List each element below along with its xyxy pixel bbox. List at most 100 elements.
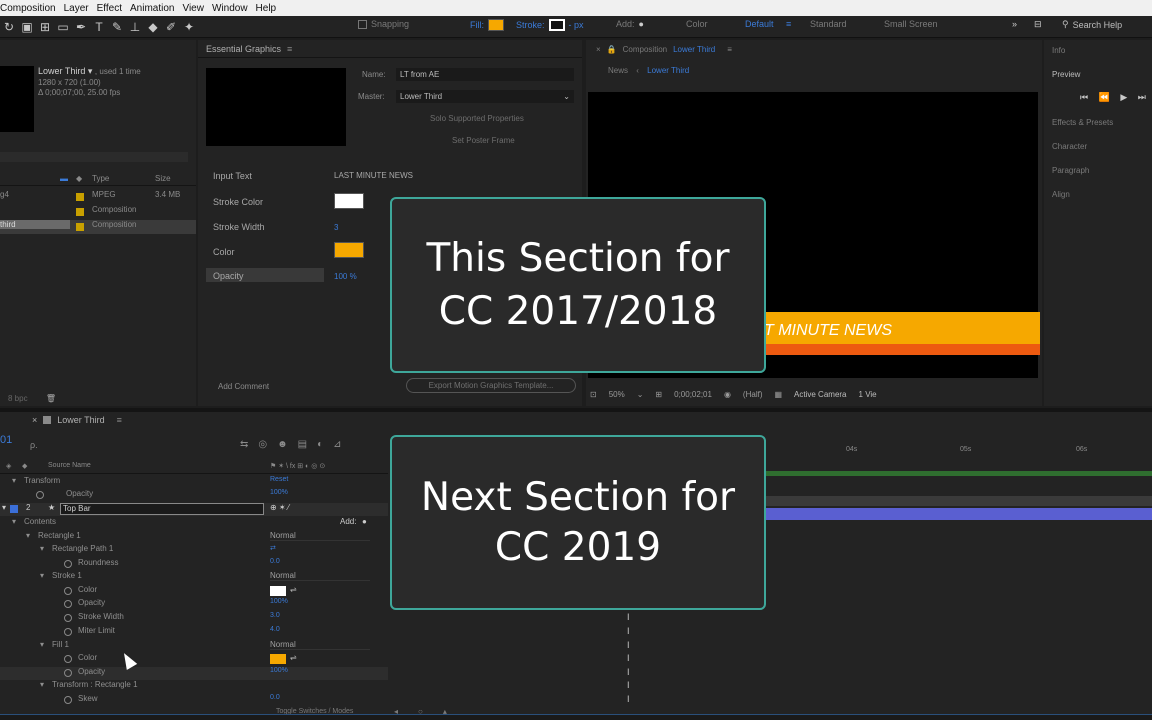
play-icon[interactable]: ▶ bbox=[1120, 92, 1131, 102]
timeline-property-row[interactable]: ▾ Transform : Rectangle 1 bbox=[0, 680, 388, 693]
shy-icon[interactable]: ☻ bbox=[277, 439, 298, 450]
current-time-indicator[interactable]: 01 bbox=[0, 434, 12, 446]
layer-label-color[interactable] bbox=[10, 505, 18, 513]
add-control[interactable]: Add: ● bbox=[616, 19, 644, 29]
stroke-color-swatch[interactable] bbox=[270, 586, 286, 596]
panel-menu-icon[interactable]: ≡ bbox=[117, 415, 122, 425]
blend-mode-select[interactable]: Normal bbox=[270, 640, 370, 650]
more-workspaces-icon[interactable]: » bbox=[1012, 19, 1017, 29]
timeline-property-row[interactable]: Opacity 100% bbox=[0, 489, 388, 502]
snapping-toggle[interactable]: Snapping bbox=[358, 19, 409, 29]
menu-view[interactable]: View bbox=[182, 3, 212, 14]
blend-mode-select[interactable]: Normal bbox=[270, 571, 370, 581]
graph-editor-icon[interactable]: ⊿ bbox=[333, 439, 351, 450]
layer-switches-icon[interactable]: ⊕ ✶ ⁄ bbox=[270, 503, 289, 512]
comp-flowchart-icon[interactable]: ⇆ bbox=[240, 439, 258, 450]
timeline-property-row[interactable]: Opacity 100% bbox=[0, 598, 388, 611]
keyframe-marker-icon[interactable]: I bbox=[627, 680, 630, 690]
lock-icon[interactable]: 🔒 bbox=[607, 45, 617, 54]
dropdown-icon[interactable]: ▾ bbox=[88, 66, 93, 76]
paragraph-panel-tab[interactable]: Paragraph bbox=[1052, 166, 1089, 175]
workspace-small-screen[interactable]: Small Screen bbox=[884, 19, 938, 29]
stroke-control[interactable]: Stroke: - px bbox=[516, 19, 584, 31]
property-value[interactable]: Reset bbox=[270, 476, 288, 483]
twirl-down-icon[interactable]: ▾ bbox=[2, 503, 6, 512]
bit-depth-button[interactable]: 8 bpc bbox=[8, 394, 28, 403]
add-property-button[interactable]: Add: bbox=[340, 517, 356, 526]
snapshot-icon[interactable]: ◉ bbox=[724, 390, 731, 399]
breadcrumb-lower-third[interactable]: Lower Third bbox=[647, 66, 689, 75]
property-value[interactable]: 3.0 bbox=[270, 612, 280, 619]
trash-icon[interactable]: 🗑 bbox=[46, 394, 56, 403]
breadcrumb-news[interactable]: News bbox=[608, 66, 628, 75]
menu-composition[interactable]: Composition bbox=[0, 3, 64, 14]
input-text-value[interactable]: LAST MINUTE NEWS bbox=[334, 171, 413, 180]
eraser-tool-icon[interactable]: ◆ bbox=[144, 18, 162, 36]
next-frame-icon[interactable]: ⏭ bbox=[1138, 92, 1150, 102]
keyframe-marker-icon[interactable]: I bbox=[627, 640, 630, 650]
keyframe-marker-icon[interactable]: I bbox=[627, 667, 630, 677]
type-column-header[interactable]: Type bbox=[92, 174, 109, 183]
pen-tool-icon[interactable]: ✒ bbox=[72, 18, 90, 36]
timeline-property-row[interactable]: ▾ Fill 1 Normal bbox=[0, 640, 388, 653]
twirl-down-icon[interactable]: ▾ bbox=[26, 531, 30, 540]
rotate-tool-icon[interactable]: ↻ bbox=[0, 18, 18, 36]
twirl-down-icon[interactable]: ▾ bbox=[12, 517, 16, 526]
property-value[interactable]: 100% bbox=[270, 667, 288, 674]
resolution-select[interactable]: (Half) bbox=[743, 390, 763, 399]
timeline-property-row[interactable]: ▾ Stroke 1 Normal bbox=[0, 571, 388, 584]
close-icon[interactable]: × bbox=[32, 415, 37, 425]
panel-menu-icon[interactable]: ≡ bbox=[287, 44, 292, 54]
workspace-menu-icon[interactable]: ≡ bbox=[786, 19, 791, 29]
stroke-width-value[interactable]: - px bbox=[569, 20, 584, 30]
keyframe-marker-icon[interactable]: I bbox=[627, 626, 630, 636]
template-name-input[interactable]: LT from AE bbox=[396, 68, 574, 81]
twirl-down-icon[interactable]: ▾ bbox=[40, 680, 44, 689]
effects-presets-panel-tab[interactable]: Effects & Presets bbox=[1052, 118, 1113, 127]
fill-color-swatch[interactable] bbox=[270, 654, 286, 664]
stopwatch-icon[interactable] bbox=[64, 655, 72, 663]
keyframe-marker-icon[interactable]: I bbox=[627, 612, 630, 622]
menu-window[interactable]: Window bbox=[212, 3, 256, 14]
pan-behind-tool-icon[interactable]: ⊞ bbox=[36, 18, 54, 36]
add-circle-icon[interactable]: ● bbox=[362, 517, 367, 526]
zoom-select[interactable]: 50% bbox=[609, 390, 625, 399]
fill-swatch[interactable] bbox=[488, 19, 504, 31]
fill-control[interactable]: Fill: bbox=[470, 19, 504, 31]
roto-brush-tool-icon[interactable]: ✐ bbox=[162, 18, 180, 36]
label-color-tag[interactable] bbox=[76, 223, 84, 231]
add-icon[interactable]: ● bbox=[639, 19, 644, 29]
property-value[interactable]: 100% bbox=[270, 489, 288, 496]
label-column-icon[interactable]: ◆ bbox=[76, 174, 82, 183]
stopwatch-icon[interactable] bbox=[64, 614, 72, 622]
snapping-checkbox[interactable] bbox=[358, 19, 367, 29]
timeline-property-row[interactable]: Roundness 0.0 bbox=[0, 558, 388, 571]
menu-animation[interactable]: Animation bbox=[130, 3, 182, 14]
timeline-layer-row[interactable]: ▾ 2 ★ Top Bar ⊕ ✶ ⁄ bbox=[0, 503, 388, 516]
size-column-header[interactable]: Size bbox=[155, 174, 171, 183]
menu-help[interactable]: Help bbox=[256, 3, 285, 14]
close-icon[interactable]: × bbox=[596, 45, 601, 54]
panel-menu-icon[interactable]: ≡ bbox=[727, 45, 732, 54]
clone-stamp-tool-icon[interactable]: ⊥ bbox=[126, 18, 144, 36]
menu-effect[interactable]: Effect bbox=[97, 3, 130, 14]
first-frame-icon[interactable]: ⏮ bbox=[1080, 92, 1092, 102]
twirl-down-icon[interactable]: ▾ bbox=[12, 476, 16, 485]
timeline-tab[interactable]: × Lower Third ≡ bbox=[32, 415, 122, 425]
frame-blending-icon[interactable]: ▤ bbox=[298, 439, 317, 450]
type-tool-icon[interactable]: T bbox=[90, 18, 108, 36]
timeline-property-row-selected[interactable]: Opacity 100% bbox=[0, 667, 388, 680]
timeline-property-row[interactable]: ▾ Contents Add: ● bbox=[0, 517, 388, 530]
stroke-swatch[interactable] bbox=[548, 19, 565, 31]
project-search-input[interactable] bbox=[0, 152, 188, 162]
source-name-header[interactable]: Source Name bbox=[48, 462, 91, 469]
property-value[interactable]: 4.0 bbox=[270, 626, 280, 633]
twirl-down-icon[interactable]: ▾ bbox=[40, 640, 44, 649]
keyframe-marker-icon[interactable]: I bbox=[627, 653, 630, 663]
timeline-property-row[interactable]: Stroke Width 3.0 bbox=[0, 612, 388, 625]
keyframe-marker-icon[interactable]: I bbox=[627, 694, 630, 704]
camera-tool-icon[interactable]: ▣ bbox=[18, 18, 36, 36]
layer-switches-icon[interactable]: ◈ bbox=[6, 462, 11, 470]
stroke-width-value[interactable]: 3 bbox=[334, 223, 338, 232]
stopwatch-icon[interactable] bbox=[64, 560, 72, 568]
